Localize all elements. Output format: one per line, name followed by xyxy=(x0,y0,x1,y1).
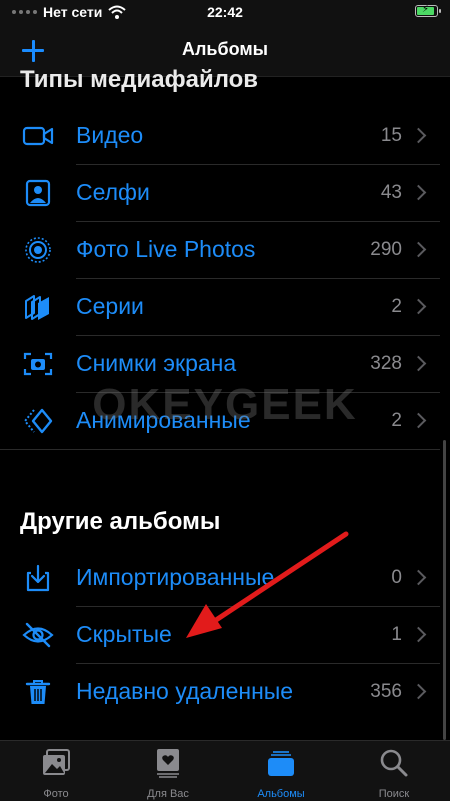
for-you-icon xyxy=(157,749,179,778)
albums-icon xyxy=(268,751,294,776)
tab-albums[interactable]: Альбомы xyxy=(225,741,337,801)
photo-icon xyxy=(43,749,70,775)
tab-label: Поиск xyxy=(378,788,410,800)
tab-search[interactable]: Поиск xyxy=(338,741,450,801)
tab-label: Фото xyxy=(43,788,69,800)
tab-label: Альбомы xyxy=(257,788,305,800)
tab-bar: Фото Для Вас Альбомы Поиск xyxy=(0,740,450,801)
tab-for-you[interactable]: Для Вас xyxy=(112,741,224,801)
search-icon xyxy=(380,749,408,777)
tab-label: Для Вас xyxy=(147,788,189,800)
annotation-arrow xyxy=(186,531,349,638)
tab-photos[interactable]: Фото xyxy=(0,741,112,801)
